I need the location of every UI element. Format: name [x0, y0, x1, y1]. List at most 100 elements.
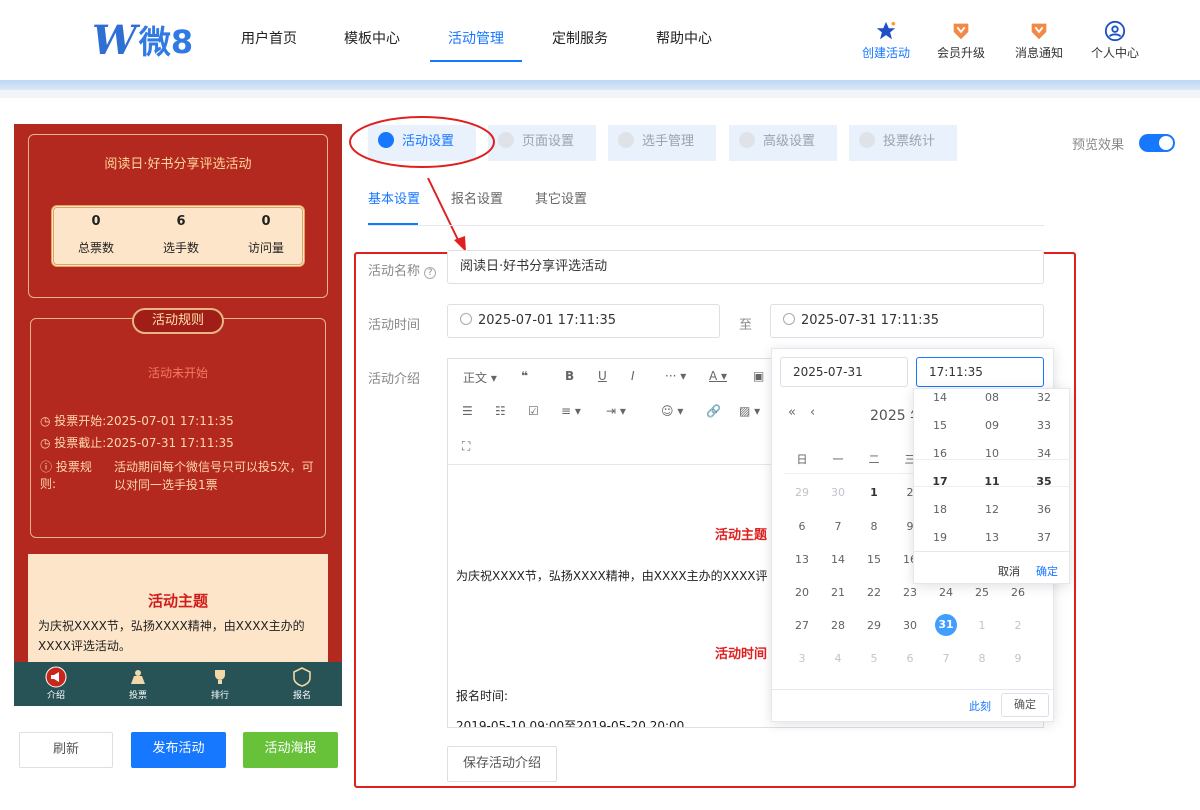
nav-help[interactable]: 帮助中心 — [656, 0, 712, 80]
logo[interactable]: W 微8 — [92, 17, 193, 64]
tab-advanced-settings[interactable]: 高级设置 — [729, 125, 837, 161]
time-option[interactable]: 09 — [972, 419, 1012, 432]
time-option[interactable]: 12 — [972, 503, 1012, 516]
calendar-day[interactable]: 7 — [820, 520, 856, 533]
poster-button[interactable]: 活动海报 — [243, 732, 338, 768]
tab-vote[interactable]: 投票 — [113, 666, 163, 701]
calendar-day[interactable]: 7 — [928, 652, 964, 665]
time-option[interactable]: 19 — [920, 531, 960, 544]
calendar-day[interactable]: 13 — [784, 553, 820, 566]
time-option[interactable]: 34 — [1024, 447, 1064, 460]
subtab-signup[interactable]: 报名设置 — [451, 188, 503, 207]
nav-activity-manage[interactable]: 活动管理 — [430, 0, 522, 80]
save-intro-button[interactable]: 保存活动介绍 — [447, 746, 557, 782]
calendar-day[interactable]: 22 — [856, 586, 892, 599]
calendar-day[interactable]: 6 — [784, 520, 820, 533]
subtab-other[interactable]: 其它设置 — [535, 188, 587, 207]
nav-templates[interactable]: 模板中心 — [344, 0, 400, 80]
calendar-day[interactable]: 30 — [892, 619, 928, 632]
time-option[interactable]: 14 — [920, 391, 960, 404]
calendar-day[interactable]: 28 — [820, 619, 856, 632]
preview-toggle[interactable] — [1139, 134, 1175, 152]
calendar-day[interactable]: 15 — [856, 553, 892, 566]
time-cancel-button[interactable]: 取消 — [998, 563, 1020, 579]
calendar-day[interactable]: 27 — [784, 619, 820, 632]
profile-button[interactable]: 个人中心 — [1089, 20, 1141, 61]
paragraph-select[interactable]: 正文 ▾ — [463, 369, 497, 386]
calendar-day[interactable]: 29 — [856, 619, 892, 632]
align-icon[interactable]: ≡ ▾ — [561, 404, 581, 418]
image-icon[interactable]: ▣ — [753, 369, 764, 383]
indent-icon[interactable]: ⇥ ▾ — [606, 404, 626, 418]
prev-month-icon[interactable]: ‹ — [810, 405, 815, 420]
checklist-icon[interactable]: ☑ — [528, 404, 539, 418]
time-option[interactable]: 18 — [920, 503, 960, 516]
picker-date-input[interactable]: 2025-07-31 — [780, 357, 908, 387]
time-option[interactable]: 37 — [1024, 531, 1064, 544]
calendar-day[interactable]: 6 — [892, 652, 928, 665]
more-icon[interactable]: ··· ▾ — [665, 369, 686, 383]
picker-confirm-button[interactable]: 确定 — [1001, 693, 1049, 717]
calendar-day[interactable]: 29 — [784, 486, 820, 499]
link-icon[interactable]: 🔗 — [706, 404, 721, 418]
time-option[interactable]: 15 — [920, 419, 960, 432]
start-time-input[interactable]: 2025-07-01 17:11:35 — [447, 304, 720, 338]
refresh-button[interactable]: 刷新 — [19, 732, 113, 768]
publish-button[interactable]: 发布活动 — [131, 732, 226, 768]
calendar-day[interactable]: 1 — [964, 619, 1000, 632]
time-option[interactable]: 32 — [1024, 391, 1064, 404]
calendar-day[interactable]: 3 — [784, 652, 820, 665]
tab-vote-stats[interactable]: 投票统计 — [849, 125, 957, 161]
end-time-input[interactable]: 2025-07-31 17:11:35 — [770, 304, 1044, 338]
calendar-day[interactable]: 21 — [820, 586, 856, 599]
quote-icon[interactable]: ❝ — [521, 369, 528, 383]
tab-player-manage[interactable]: 选手管理 — [608, 125, 716, 161]
emoji-icon[interactable]: ☺ ▾ — [661, 404, 683, 418]
time-option[interactable]: 35 — [1024, 475, 1064, 488]
calendar-day[interactable]: 25 — [964, 586, 1000, 599]
subtab-basic[interactable]: 基本设置 — [368, 188, 420, 207]
time-option[interactable]: 11 — [972, 475, 1012, 488]
calendar-day[interactable]: 24 — [928, 586, 964, 599]
nav-user-home[interactable]: 用户首页 — [241, 0, 297, 80]
calendar-day[interactable]: 5 — [856, 652, 892, 665]
tab-intro[interactable]: 介绍 — [31, 666, 81, 701]
calendar-day[interactable]: 8 — [964, 652, 1000, 665]
calendar-day[interactable]: 23 — [892, 586, 928, 599]
calendar-day[interactable]: 8 — [856, 520, 892, 533]
underline-icon[interactable]: U — [598, 369, 607, 383]
time-option[interactable]: 16 — [920, 447, 960, 460]
time-option[interactable]: 17 — [920, 475, 960, 488]
calendar-day[interactable]: 9 — [1000, 652, 1036, 665]
time-confirm-button[interactable]: 确定 — [1036, 563, 1058, 579]
tab-signup[interactable]: 报名 — [277, 666, 327, 701]
calendar-day[interactable]: 20 — [784, 586, 820, 599]
tab-ranking[interactable]: 排行 — [195, 666, 245, 701]
calendar-day[interactable]: 26 — [1000, 586, 1036, 599]
time-option[interactable]: 33 — [1024, 419, 1064, 432]
bullet-list-icon[interactable]: ☰ — [462, 404, 473, 418]
font-color-icon[interactable]: A ▾ — [709, 369, 727, 383]
time-option[interactable]: 36 — [1024, 503, 1064, 516]
fullscreen-icon[interactable]: ⛶ — [462, 439, 470, 454]
nav-custom-service[interactable]: 定制服务 — [552, 0, 608, 80]
time-option[interactable]: 13 — [972, 531, 1012, 544]
picker-time-input[interactable]: 17:11:35 — [916, 357, 1044, 387]
calendar-day-selected[interactable]: 31 — [935, 614, 957, 636]
notifications-button[interactable]: 消息通知 — [1013, 20, 1065, 61]
now-button[interactable]: 此刻 — [969, 698, 991, 714]
bold-icon[interactable]: B — [565, 369, 574, 383]
calendar-day[interactable]: 2 — [1000, 619, 1036, 632]
activity-name-input[interactable]: 阅读日·好书分享评选活动 — [447, 250, 1044, 284]
vip-upgrade-button[interactable]: 会员升级 — [935, 20, 987, 61]
number-list-icon[interactable]: ☷ — [495, 404, 506, 418]
calendar-day[interactable]: 1 — [856, 486, 892, 499]
time-option[interactable]: 10 — [972, 447, 1012, 460]
insert-image-icon[interactable]: ▨ ▾ — [739, 404, 760, 418]
calendar-day[interactable]: 30 — [820, 486, 856, 499]
create-activity-button[interactable]: 创建活动 — [860, 20, 912, 61]
prev-year-icon[interactable]: « — [788, 405, 796, 420]
calendar-day[interactable]: 14 — [820, 553, 856, 566]
italic-icon[interactable]: I — [631, 369, 635, 383]
calendar-day[interactable]: 4 — [820, 652, 856, 665]
